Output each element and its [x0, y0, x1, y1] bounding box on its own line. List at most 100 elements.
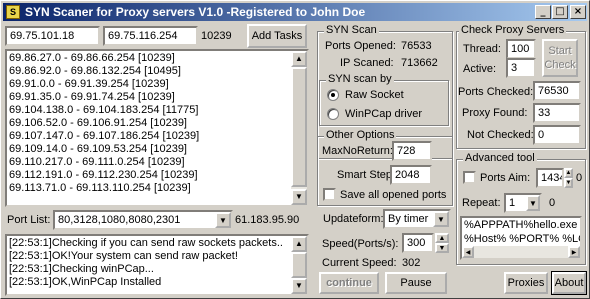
- save-all-label[interactable]: Save all opened ports: [340, 189, 446, 201]
- chevron-down-icon[interactable]: ▼: [215, 212, 231, 228]
- spin-up-icon[interactable]: ▲: [564, 168, 573, 178]
- speed-spinner[interactable]: ▲ ▼: [435, 233, 449, 253]
- chevron-down-icon[interactable]: ▼: [433, 211, 449, 227]
- ports-opened-label: Ports Opened:: [325, 40, 396, 52]
- ports-aim-spinner[interactable]: ▲ ▼: [564, 168, 573, 188]
- command-line[interactable]: %Host% %PORT% %LO: [464, 233, 580, 246]
- proxies-button[interactable]: Proxies: [504, 272, 548, 294]
- task-list-item[interactable]: 69.86.92.0 - 69.86.132.254 [10495]: [9, 65, 181, 78]
- advanced-tool-title: Advanced tool: [463, 152, 537, 164]
- ports-checked-label: Ports Checked:: [458, 86, 534, 98]
- scroll-thumb[interactable]: [291, 67, 307, 187]
- ports-aim-count: 0: [576, 172, 583, 184]
- ip-count-label: 10239: [201, 30, 232, 42]
- update-form-value: By timer: [388, 213, 429, 225]
- max-no-return-input[interactable]: 728: [392, 141, 432, 161]
- spin-down-icon[interactable]: ▼: [564, 178, 573, 188]
- winpcap-radio[interactable]: [327, 108, 339, 120]
- start-ip-input[interactable]: 69.75.101.18: [5, 26, 100, 46]
- port-list-label: Port List:: [7, 214, 51, 226]
- scroll-left-icon[interactable]: ◀: [462, 246, 474, 258]
- log-entry[interactable]: [22:53:1]Checking winPCap...: [9, 263, 154, 276]
- task-list[interactable]: 69.86.27.0 - 69.86.66.254 [10239] 69.86.9…: [5, 49, 309, 207]
- task-list-scrollbar[interactable]: ▲ ▼: [291, 51, 307, 205]
- task-list-item[interactable]: 69.107.147.0 - 69.107.186.254 [10239]: [9, 130, 199, 143]
- ports-aim-input[interactable]: 1434: [536, 168, 564, 188]
- log-entry[interactable]: [22:53:1]Checking if you can send raw so…: [9, 237, 283, 250]
- speed-label: Speed(Ports/s):: [322, 238, 399, 250]
- scroll-up-icon[interactable]: ▲: [291, 236, 307, 252]
- start-check-button[interactable]: Start Check: [542, 39, 578, 77]
- save-all-checkbox[interactable]: [323, 188, 336, 201]
- window-title: SYN Scaner for Proxy servers V1.0 -Regis…: [25, 5, 366, 19]
- continue-button[interactable]: continue: [319, 272, 379, 294]
- current-speed-value: 302: [402, 257, 421, 269]
- ip-scanned-label: IP Scaned:: [340, 57, 394, 69]
- other-options-title: Other Options: [324, 129, 397, 141]
- not-checked-label: Not Checked:: [467, 129, 534, 141]
- thread-input[interactable]: 100: [506, 39, 536, 59]
- add-tasks-button[interactable]: Add Tasks: [247, 24, 307, 48]
- port-list-value: 80,3128,1080,8080,2301: [58, 214, 181, 226]
- task-list-item[interactable]: 69.113.71.0 - 69.113.110.254 [10239]: [9, 182, 191, 195]
- task-list-item[interactable]: 69.109.14.0 - 69.109.53.254 [10239]: [9, 143, 187, 156]
- task-list-item[interactable]: 69.112.191.0 - 69.112.230.254 [10239]: [9, 169, 198, 182]
- pause-button[interactable]: Pause: [385, 272, 447, 294]
- raw-socket-label[interactable]: Raw Socket: [345, 89, 404, 101]
- repeat-value: 1: [509, 197, 516, 209]
- command-line-box[interactable]: %APPPATH%hello.exe %Host% %PORT% %LO ◀ ▶: [460, 216, 582, 260]
- scroll-down-icon[interactable]: ▼: [291, 278, 307, 294]
- command-hscrollbar[interactable]: ◀ ▶: [462, 246, 580, 258]
- scroll-thumb[interactable]: [291, 252, 307, 278]
- active-input[interactable]: 3: [506, 58, 536, 78]
- current-speed-label: Current Speed:: [322, 257, 397, 269]
- max-no-return-label: MaxNoReturn:: [322, 145, 393, 157]
- current-ip-label: 61.183.95.90: [235, 214, 300, 226]
- smart-step-input[interactable]: 2048: [390, 165, 432, 185]
- scroll-up-icon[interactable]: ▲: [291, 51, 307, 67]
- ports-opened-value: 76533: [401, 40, 432, 52]
- task-list-item[interactable]: 69.110.217.0 - 69.111.0.254 [10239]: [9, 156, 185, 169]
- raw-socket-radio[interactable]: [327, 89, 339, 101]
- close-button[interactable]: ×: [570, 5, 586, 19]
- minimize-button[interactable]: _: [535, 5, 551, 19]
- log-entry[interactable]: [22:53:1]OK,WinPCap Installed: [9, 276, 161, 289]
- ports-aim-label[interactable]: Ports Aim:: [480, 172, 530, 184]
- winpcap-label[interactable]: WinPCap driver: [345, 108, 422, 120]
- update-form-combo[interactable]: By timer ▼: [383, 209, 451, 229]
- task-list-item[interactable]: 69.106.52.0 - 69.106.91.254 [10239]: [9, 117, 187, 130]
- chevron-down-icon[interactable]: ▼: [526, 195, 540, 211]
- smart-step-label: Smart Step:: [337, 169, 396, 181]
- update-form-label: Updateform:: [323, 213, 384, 225]
- spin-up-icon[interactable]: ▲: [435, 233, 449, 243]
- spin-down-icon[interactable]: ▼: [435, 243, 449, 253]
- maximize-button[interactable]: □: [552, 5, 568, 19]
- task-list-item[interactable]: 69.86.27.0 - 69.86.66.254 [10239]: [9, 52, 175, 65]
- active-label: Active:: [463, 63, 497, 75]
- log-list-scrollbar[interactable]: ▲ ▼: [291, 236, 307, 294]
- command-line[interactable]: %APPPATH%hello.exe: [464, 219, 577, 232]
- proxy-found-label: Proxy Found:: [462, 107, 528, 119]
- repeat-count: 0: [549, 197, 556, 209]
- ports-aim-checkbox[interactable]: [463, 171, 476, 184]
- scroll-right-icon[interactable]: ▶: [568, 246, 580, 258]
- repeat-combo[interactable]: 1 ▼: [504, 193, 542, 213]
- end-ip-input[interactable]: 69.75.116.254: [103, 26, 198, 46]
- task-list-item[interactable]: 69.91.0.0 - 69.91.39.254 [10239]: [9, 78, 169, 91]
- task-list-item[interactable]: 69.91.35.0 - 69.91.74.254 [10239]: [9, 91, 175, 104]
- proxy-found-input[interactable]: 33: [533, 103, 581, 123]
- port-list-combo[interactable]: 80,3128,1080,8080,2301 ▼: [53, 210, 233, 230]
- about-button[interactable]: About: [551, 271, 587, 295]
- task-list-item[interactable]: 69.104.138.0 - 69.104.183.254 [11775]: [9, 104, 198, 117]
- repeat-label: Repeat:: [462, 197, 501, 209]
- log-entry[interactable]: [22:53:1]OK!Your system can send raw pac…: [9, 250, 238, 263]
- not-checked-input[interactable]: 0: [533, 125, 581, 145]
- speed-input[interactable]: 300: [402, 233, 434, 253]
- scroll-down-icon[interactable]: ▼: [291, 189, 307, 205]
- app-icon: S: [6, 5, 20, 19]
- syn-scan-title: SYN Scan: [324, 24, 379, 36]
- title-bar[interactable]: S SYN Scaner for Proxy servers V1.0 -Reg…: [3, 3, 587, 21]
- ip-scanned-value: 713662: [401, 57, 438, 69]
- log-list[interactable]: [22:53:1]Checking if you can send raw so…: [5, 234, 309, 296]
- ports-checked-input[interactable]: 76530: [533, 81, 581, 101]
